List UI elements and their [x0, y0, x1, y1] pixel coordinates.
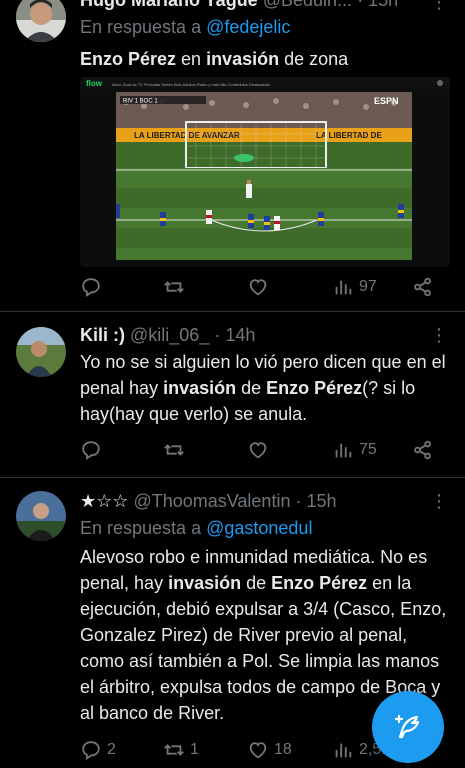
views-icon	[335, 443, 352, 458]
text-bold: Enzo Pérez	[266, 378, 363, 398]
heart-icon	[249, 442, 267, 459]
display-name[interactable]: ★☆☆	[80, 491, 128, 511]
text-part: de	[236, 378, 267, 398]
retweet-button[interactable]	[163, 439, 190, 461]
avatar-image	[16, 327, 66, 377]
reply-context: En respuesta a @fedejelic	[80, 17, 290, 38]
retweet-button[interactable]	[163, 276, 190, 298]
views-button[interactable]: 75	[332, 439, 377, 461]
share-icon	[414, 440, 431, 460]
scoreboard: RIV 1 BOC 1	[123, 99, 158, 105]
timestamp[interactable]: 15h	[306, 491, 336, 511]
text-part: de zona	[279, 49, 349, 69]
reply-to-handle[interactable]: @gastonedul	[206, 518, 312, 538]
more-options-icon[interactable]: ⋮	[430, 325, 448, 346]
tweet-text: Yo no se si alguien lo vió pero dicen qu…	[80, 349, 450, 427]
reply-context: En respuesta a @gastonedul	[80, 518, 312, 539]
like-button[interactable]	[247, 439, 274, 461]
reply-icon	[82, 278, 100, 297]
views-icon	[335, 743, 352, 758]
like-button[interactable]	[247, 276, 274, 298]
reply-icon	[82, 741, 100, 760]
soccer-penalty-screenshot: flow Inicio Guía de TV Películas Series …	[80, 77, 450, 267]
share-button[interactable]	[412, 439, 434, 461]
retweet-icon	[164, 281, 184, 293]
retweet-icon	[164, 744, 184, 756]
text-bold: Enzo Pérez	[80, 49, 177, 69]
compose-feather-icon	[394, 714, 420, 739]
tweet-header: Hugo Mariano Yague @Beduin... · 15h	[80, 0, 398, 11]
text-bold: invasión	[206, 49, 280, 69]
tweet-1[interactable]: Hugo Mariano Yague @Beduin... · 15h ⋮ En…	[0, 0, 465, 308]
reply-prefix: En respuesta a	[80, 17, 202, 37]
broadcaster-logo: ESPN	[374, 96, 399, 106]
reply-count: 2	[107, 741, 116, 758]
avatar[interactable]	[16, 0, 66, 42]
display-name[interactable]: Kili :)	[80, 325, 125, 345]
retweet-count: 1	[190, 741, 199, 758]
retweet-icon	[164, 444, 184, 456]
reply-button[interactable]: 2	[80, 739, 116, 761]
user-handle[interactable]: @kili_06_	[130, 325, 209, 345]
user-handle[interactable]: @Beduin...	[263, 0, 352, 10]
app-nav: Inicio Guía de TV Películas Series Kids …	[112, 82, 270, 87]
text-bold: invasión	[163, 378, 237, 398]
text-part: de	[241, 573, 272, 593]
view-count: 75	[359, 441, 377, 458]
user-handle[interactable]: @ThoomasValentin	[133, 491, 290, 511]
avatar-image	[16, 491, 66, 541]
like-button[interactable]: 18	[247, 739, 292, 761]
timestamp[interactable]: 14h	[225, 325, 255, 345]
text-bold: Enzo Pérez	[271, 573, 368, 593]
avatar[interactable]	[16, 491, 66, 541]
tweet-header: ★☆☆ @ThoomasValentin · 15h	[80, 491, 337, 511]
timestamp[interactable]: 15h	[368, 0, 398, 10]
compose-tweet-button[interactable]	[372, 691, 444, 763]
share-icon	[414, 277, 431, 297]
display-name[interactable]: Hugo Mariano Yague	[80, 0, 258, 10]
more-options-icon[interactable]: ⋮	[430, 0, 448, 13]
heart-icon	[249, 279, 267, 296]
reply-button[interactable]	[80, 276, 107, 298]
tweet-text: Enzo Pérez en invasión de zona	[80, 46, 450, 72]
more-options-icon[interactable]: ⋮	[430, 491, 448, 512]
tweet-media-image[interactable]: flow Inicio Guía de TV Películas Series …	[80, 77, 450, 267]
share-button[interactable]	[412, 276, 434, 298]
tweet-2[interactable]: Kili :) @kili_06_ · 14h ⋮ Yo no se si al…	[0, 312, 465, 477]
views-button[interactable]: 97	[332, 276, 377, 298]
reply-icon	[82, 441, 100, 460]
tweet-header: Kili :) @kili_06_ · 14h	[80, 325, 256, 345]
tweet-actions: 97	[80, 276, 440, 300]
heart-icon	[249, 742, 267, 759]
avatar-image	[16, 0, 66, 42]
retweet-button[interactable]: 1	[163, 739, 199, 761]
tweet-actions: 75	[80, 439, 440, 463]
view-count: 97	[359, 278, 377, 295]
views-icon	[335, 280, 352, 295]
like-count: 18	[274, 741, 292, 758]
avatar[interactable]	[16, 327, 66, 377]
reply-to-handle[interactable]: @fedejelic	[206, 17, 290, 37]
reply-button[interactable]	[80, 439, 107, 461]
text-part: en	[176, 49, 207, 69]
reply-prefix: En respuesta a	[80, 518, 202, 538]
text-bold: invasión	[168, 573, 242, 593]
app-logo: flow	[86, 79, 103, 88]
